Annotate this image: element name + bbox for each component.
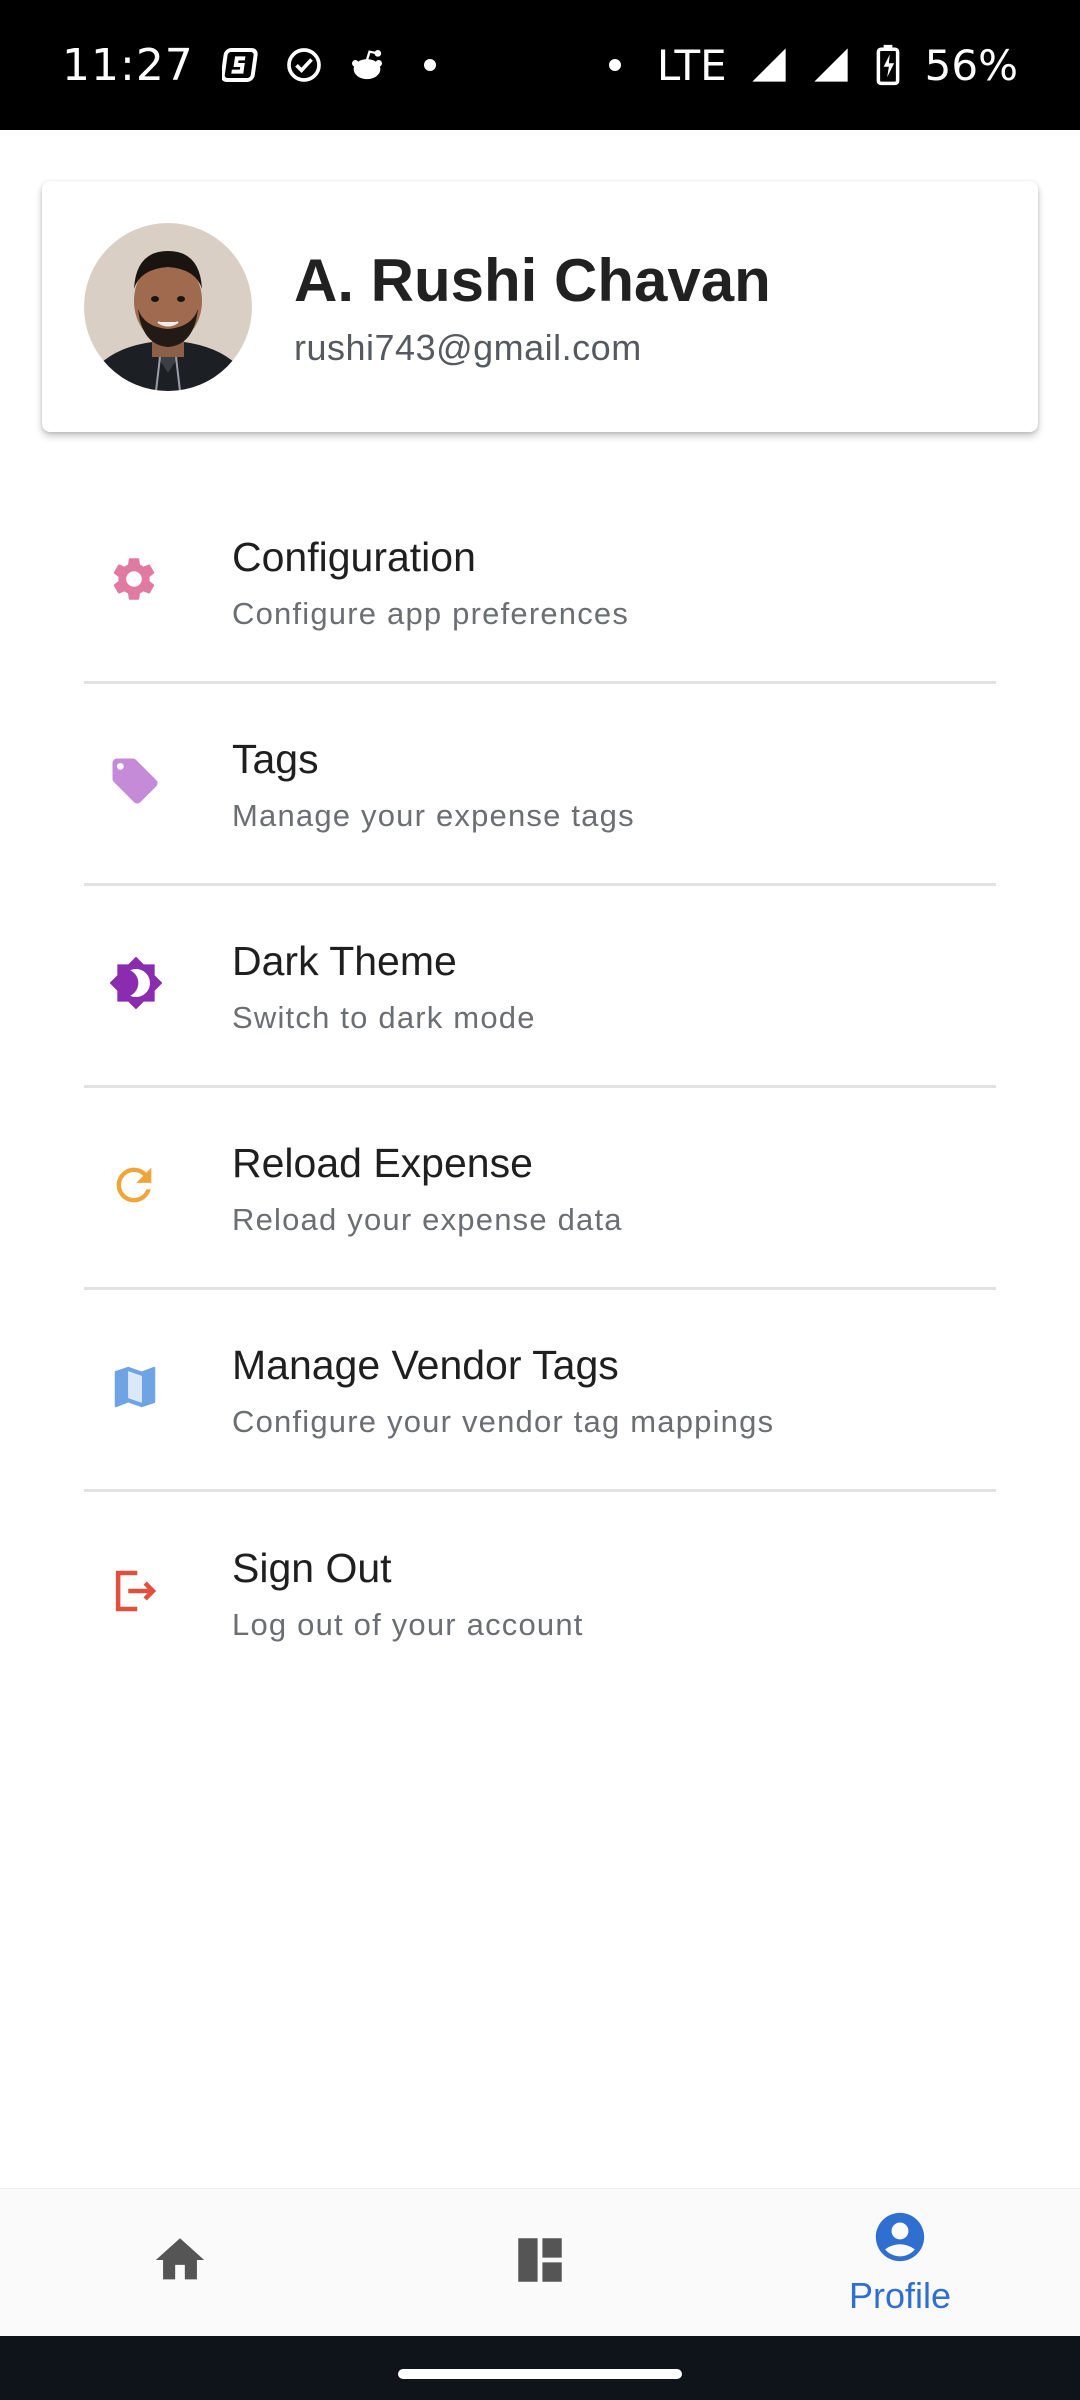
- menu-item-subtitle: Manage your expense tags: [232, 797, 635, 833]
- nav-profile-label: Profile: [848, 2275, 952, 2316]
- profile-text: A. Rushi Chavan rushi743@gmail.com: [294, 245, 771, 369]
- menu-item-subtitle: Configure app preferences: [232, 595, 630, 631]
- menu-item-configuration[interactable]: Configuration Configure app preferences: [84, 482, 996, 684]
- nav-dashboard[interactable]: [360, 2189, 720, 2336]
- brightness-icon: [108, 955, 164, 1016]
- menu-item-title: Configuration: [232, 533, 476, 580]
- notification-dot-icon: [423, 59, 436, 71]
- refresh-icon: [108, 1159, 160, 1216]
- nav-profile[interactable]: Profile: [720, 2189, 1080, 2336]
- status-left: 11:27: [62, 40, 450, 91]
- home-gesture-handle[interactable]: [398, 2369, 682, 2379]
- nav-home[interactable]: [0, 2189, 360, 2336]
- menu-item-sign-out[interactable]: Sign Out Log out of your account: [84, 1492, 996, 1694]
- logout-icon: [108, 1564, 162, 1623]
- settings-menu: Configuration Configure app preferences …: [84, 482, 996, 1694]
- menu-item-subtitle: Switch to dark mode: [232, 999, 536, 1035]
- reddit-icon: [346, 45, 388, 85]
- status-right: LTE 56%: [595, 41, 1018, 90]
- app-notification-icon: [221, 45, 262, 85]
- gear-icon: [108, 553, 160, 610]
- bottom-navigation: Profile: [0, 2188, 1080, 2336]
- signal-icon: [811, 45, 851, 85]
- notification-dot-icon: [608, 59, 621, 71]
- menu-item-tags[interactable]: Tags Manage your expense tags: [84, 684, 996, 886]
- menu-item-reload-expense[interactable]: Reload Expense Reload your expense data: [84, 1088, 996, 1290]
- menu-item-title: Sign Out: [232, 1545, 392, 1591]
- battery-charging-icon: [873, 44, 903, 86]
- menu-item-dark-theme[interactable]: Dark Theme Switch to dark mode: [84, 886, 996, 1088]
- avatar: [84, 222, 252, 391]
- gesture-navigation-bar: [0, 2336, 1080, 2400]
- dashboard-icon: [511, 2231, 569, 2294]
- menu-item-title: Reload Expense: [232, 1139, 533, 1186]
- network-label: LTE: [656, 40, 727, 90]
- status-bar: 11:27 LTE 56%: [0, 0, 1080, 130]
- menu-item-title: Manage Vendor Tags: [232, 1341, 619, 1388]
- signal-icon: [749, 45, 789, 85]
- profile-name: A. Rushi Chavan: [294, 246, 771, 314]
- menu-item-title: Tags: [232, 735, 319, 782]
- status-time: 11:27: [62, 39, 194, 91]
- home-icon: [151, 2231, 209, 2294]
- menu-item-subtitle: Configure your vendor tag mappings: [232, 1403, 775, 1439]
- menu-item-manage-vendor-tags[interactable]: Manage Vendor Tags Configure your vendor…: [84, 1290, 996, 1492]
- menu-item-subtitle: Log out of your account: [232, 1607, 584, 1642]
- map-icon: [108, 1360, 162, 1419]
- menu-item-title: Dark Theme: [232, 937, 457, 984]
- profile-email: rushi743@gmail.com: [294, 326, 642, 368]
- tag-icon: [108, 754, 162, 813]
- check-circle-icon: [284, 45, 324, 85]
- menu-item-subtitle: Reload your expense data: [232, 1201, 623, 1237]
- profile-card: A. Rushi Chavan rushi743@gmail.com: [42, 181, 1038, 432]
- account-circle-icon: [871, 2208, 929, 2271]
- battery-label: 56%: [924, 40, 1018, 90]
